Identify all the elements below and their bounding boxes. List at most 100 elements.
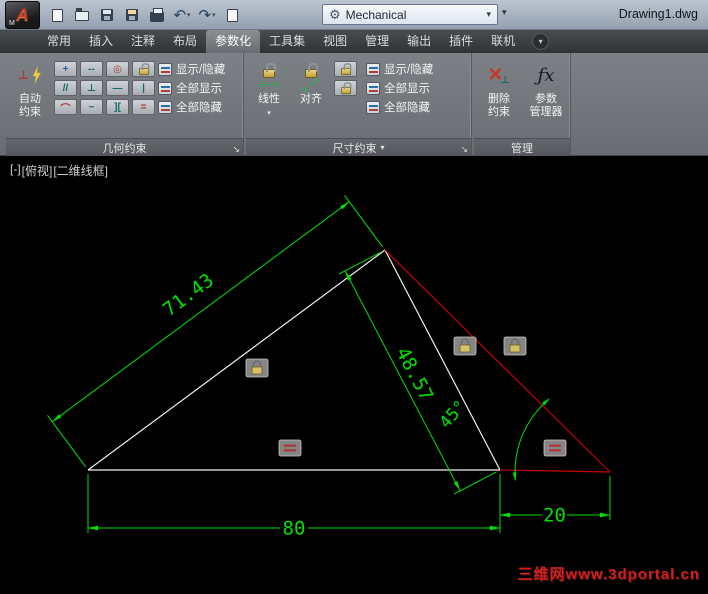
geometric-panel-title[interactable]: 几何约束 ↘	[6, 138, 243, 156]
horizontal-constraint-button[interactable]: —	[106, 80, 129, 96]
geo-hide-all-button[interactable]: 全部隐藏	[158, 99, 225, 115]
fx-icon: ƒx	[537, 64, 555, 86]
parallel-constraint-button[interactable]: //	[54, 80, 77, 96]
save-button[interactable]	[96, 4, 118, 26]
workspace-switcher[interactable]: ⚙ Mechanical ▾	[322, 4, 498, 25]
lock-constraint-badge[interactable]	[245, 358, 269, 378]
tab-annotate[interactable]: 注释	[122, 30, 164, 53]
dim-text-base[interactable]: 80	[283, 518, 306, 540]
dim-text-left-slope[interactable]: 71.43	[159, 269, 218, 321]
concentric-constraint-button[interactable]: ◎	[106, 61, 129, 77]
hide-all-icon	[158, 100, 172, 114]
extension-line[interactable]	[344, 195, 384, 248]
arrowhead	[600, 512, 610, 518]
dim-text-inner-slope[interactable]: 48.57	[391, 344, 437, 405]
undo-button[interactable]: ↶ ▾	[171, 4, 193, 26]
convert-constraint-button[interactable]	[334, 80, 357, 96]
dimension-line[interactable]	[344, 270, 461, 492]
dimension-line[interactable]	[51, 201, 350, 423]
tab-online[interactable]: 联机	[482, 30, 524, 53]
equal-constraint-button[interactable]: =	[132, 99, 155, 115]
app-menu-button[interactable]: A M	[5, 1, 40, 29]
lock-icon	[340, 63, 352, 76]
show-all-icon	[366, 81, 380, 95]
watermark: 三维网www.3dportal.cn	[517, 566, 700, 583]
manage-panel-title[interactable]: 管理	[474, 138, 570, 156]
tab-toolsets[interactable]: 工具集	[260, 30, 314, 53]
tab-output[interactable]: 输出	[398, 30, 440, 53]
collinear-constraint-button[interactable]: --	[80, 61, 103, 77]
panel-flyout-icon[interactable]: ▾	[380, 143, 384, 152]
geometric-constraints-panel: ⊥ 自动 约束 + -- ◎ // ⊥ — | ⌒ ~ ][ = 显示/隐藏 全…	[6, 53, 244, 156]
delete-constraints-button[interactable]: × ⊥ 删除 约束	[478, 57, 520, 136]
coincident-constraint-button[interactable]: +	[54, 61, 77, 77]
redo-dropdown-icon: ▾	[212, 12, 216, 19]
viewport-style-control[interactable]: [二维线框]	[53, 162, 108, 179]
sheet-set-button[interactable]	[221, 4, 243, 26]
aligned-constraint-icon	[301, 57, 321, 94]
new-file-button[interactable]	[46, 4, 68, 26]
tab-insert[interactable]: 插入	[80, 30, 122, 53]
ribbon-minimize-button[interactable]: ▾	[532, 33, 550, 50]
dim-text-angle[interactable]: 45°	[436, 397, 471, 433]
dimensional-panel-title[interactable]: 尺寸约束 ▾ ↘	[246, 138, 471, 156]
dialog-launcher-icon[interactable]: ↘	[460, 145, 468, 154]
save-icon	[101, 9, 113, 21]
linear-constraint-icon	[260, 57, 278, 93]
angle-arc[interactable]	[514, 398, 550, 481]
lock-constraint-badge[interactable]	[453, 336, 477, 356]
dim-text-extension[interactable]: 20	[543, 505, 566, 527]
tab-plugins[interactable]: 插件	[440, 30, 482, 53]
base-extension-line[interactable]	[499, 469, 611, 473]
geo-show-hide-button[interactable]: 显示/隐藏	[158, 61, 225, 77]
horizontal-constraint-badge[interactable]	[278, 439, 302, 457]
hide-all-icon	[366, 100, 380, 114]
tab-layout[interactable]: 布局	[164, 30, 206, 53]
dim-show-all-button[interactable]: 全部显示	[366, 80, 433, 96]
symmetric-constraint-button[interactable]: ][	[106, 99, 129, 115]
parameters-manager-button[interactable]: ƒx 参数 管理器	[524, 57, 568, 136]
sheet-set-icon	[226, 8, 238, 22]
extension-line[interactable]	[453, 471, 497, 495]
left-slope-line[interactable]	[87, 249, 386, 471]
arrowhead	[340, 201, 350, 210]
lock-constraint-badge[interactable]	[503, 336, 527, 356]
linear-constraint-button[interactable]: 线性 ▾	[250, 57, 288, 136]
aligned-constraint-button[interactable]: 对齐	[292, 57, 330, 136]
lightning-icon	[32, 66, 41, 84]
dim-show-hide-button[interactable]: 显示/隐藏	[366, 61, 433, 77]
viewport-view-control[interactable]: [俯视]	[22, 162, 53, 179]
tangent-constraint-button[interactable]: ⌒	[54, 99, 77, 115]
redo-icon: ↷	[198, 6, 212, 24]
tab-parametric[interactable]: 参数化	[206, 30, 261, 53]
save-as-button[interactable]	[121, 4, 143, 26]
dimension-annotations: 71.43 48.57 45° 80 20	[47, 195, 611, 540]
redo-button[interactable]: ↷ ▾	[196, 4, 218, 26]
tab-manage[interactable]: 管理	[356, 30, 398, 53]
open-file-button[interactable]	[71, 4, 93, 26]
dialog-launcher-icon[interactable]: ↘	[232, 145, 240, 154]
dim-hide-all-button[interactable]: 全部隐藏	[366, 99, 433, 115]
linear-dropdown-icon[interactable]: ▾	[267, 107, 271, 120]
lock-icon	[340, 82, 352, 95]
tab-view[interactable]: 视图	[314, 30, 356, 53]
qat-customize-button[interactable]: ▾	[502, 7, 507, 18]
show-dynamic-constraints-button[interactable]	[334, 61, 357, 77]
auto-constrain-button[interactable]: ⊥ 自动 约束	[8, 57, 52, 136]
drawing-canvas[interactable]: [-] [俯视] [二维线框] 71.43 48.57 45° 80 20 三维…	[0, 156, 708, 594]
geo-show-all-button[interactable]: 全部显示	[158, 80, 225, 96]
fix-constraint-button[interactable]	[132, 61, 155, 77]
perpendicular-constraint-button[interactable]: ⊥	[80, 80, 103, 96]
equal-bars-icon	[549, 444, 561, 447]
viewport-minus-control[interactable]: [-]	[10, 162, 21, 179]
vertical-constraint-button[interactable]: |	[132, 80, 155, 96]
tab-home[interactable]: 常用	[38, 30, 80, 53]
undo-icon: ↶	[173, 6, 187, 24]
drawing-viewport[interactable]: 71.43 48.57 45° 80 20	[0, 156, 708, 594]
save-as-icon	[126, 9, 138, 21]
plot-button[interactable]	[146, 4, 168, 26]
extension-line[interactable]	[47, 415, 87, 468]
linear-dim-mark-icon	[260, 80, 278, 89]
horizontal-constraint-badge[interactable]	[543, 439, 567, 457]
smooth-constraint-button[interactable]: ~	[80, 99, 103, 115]
